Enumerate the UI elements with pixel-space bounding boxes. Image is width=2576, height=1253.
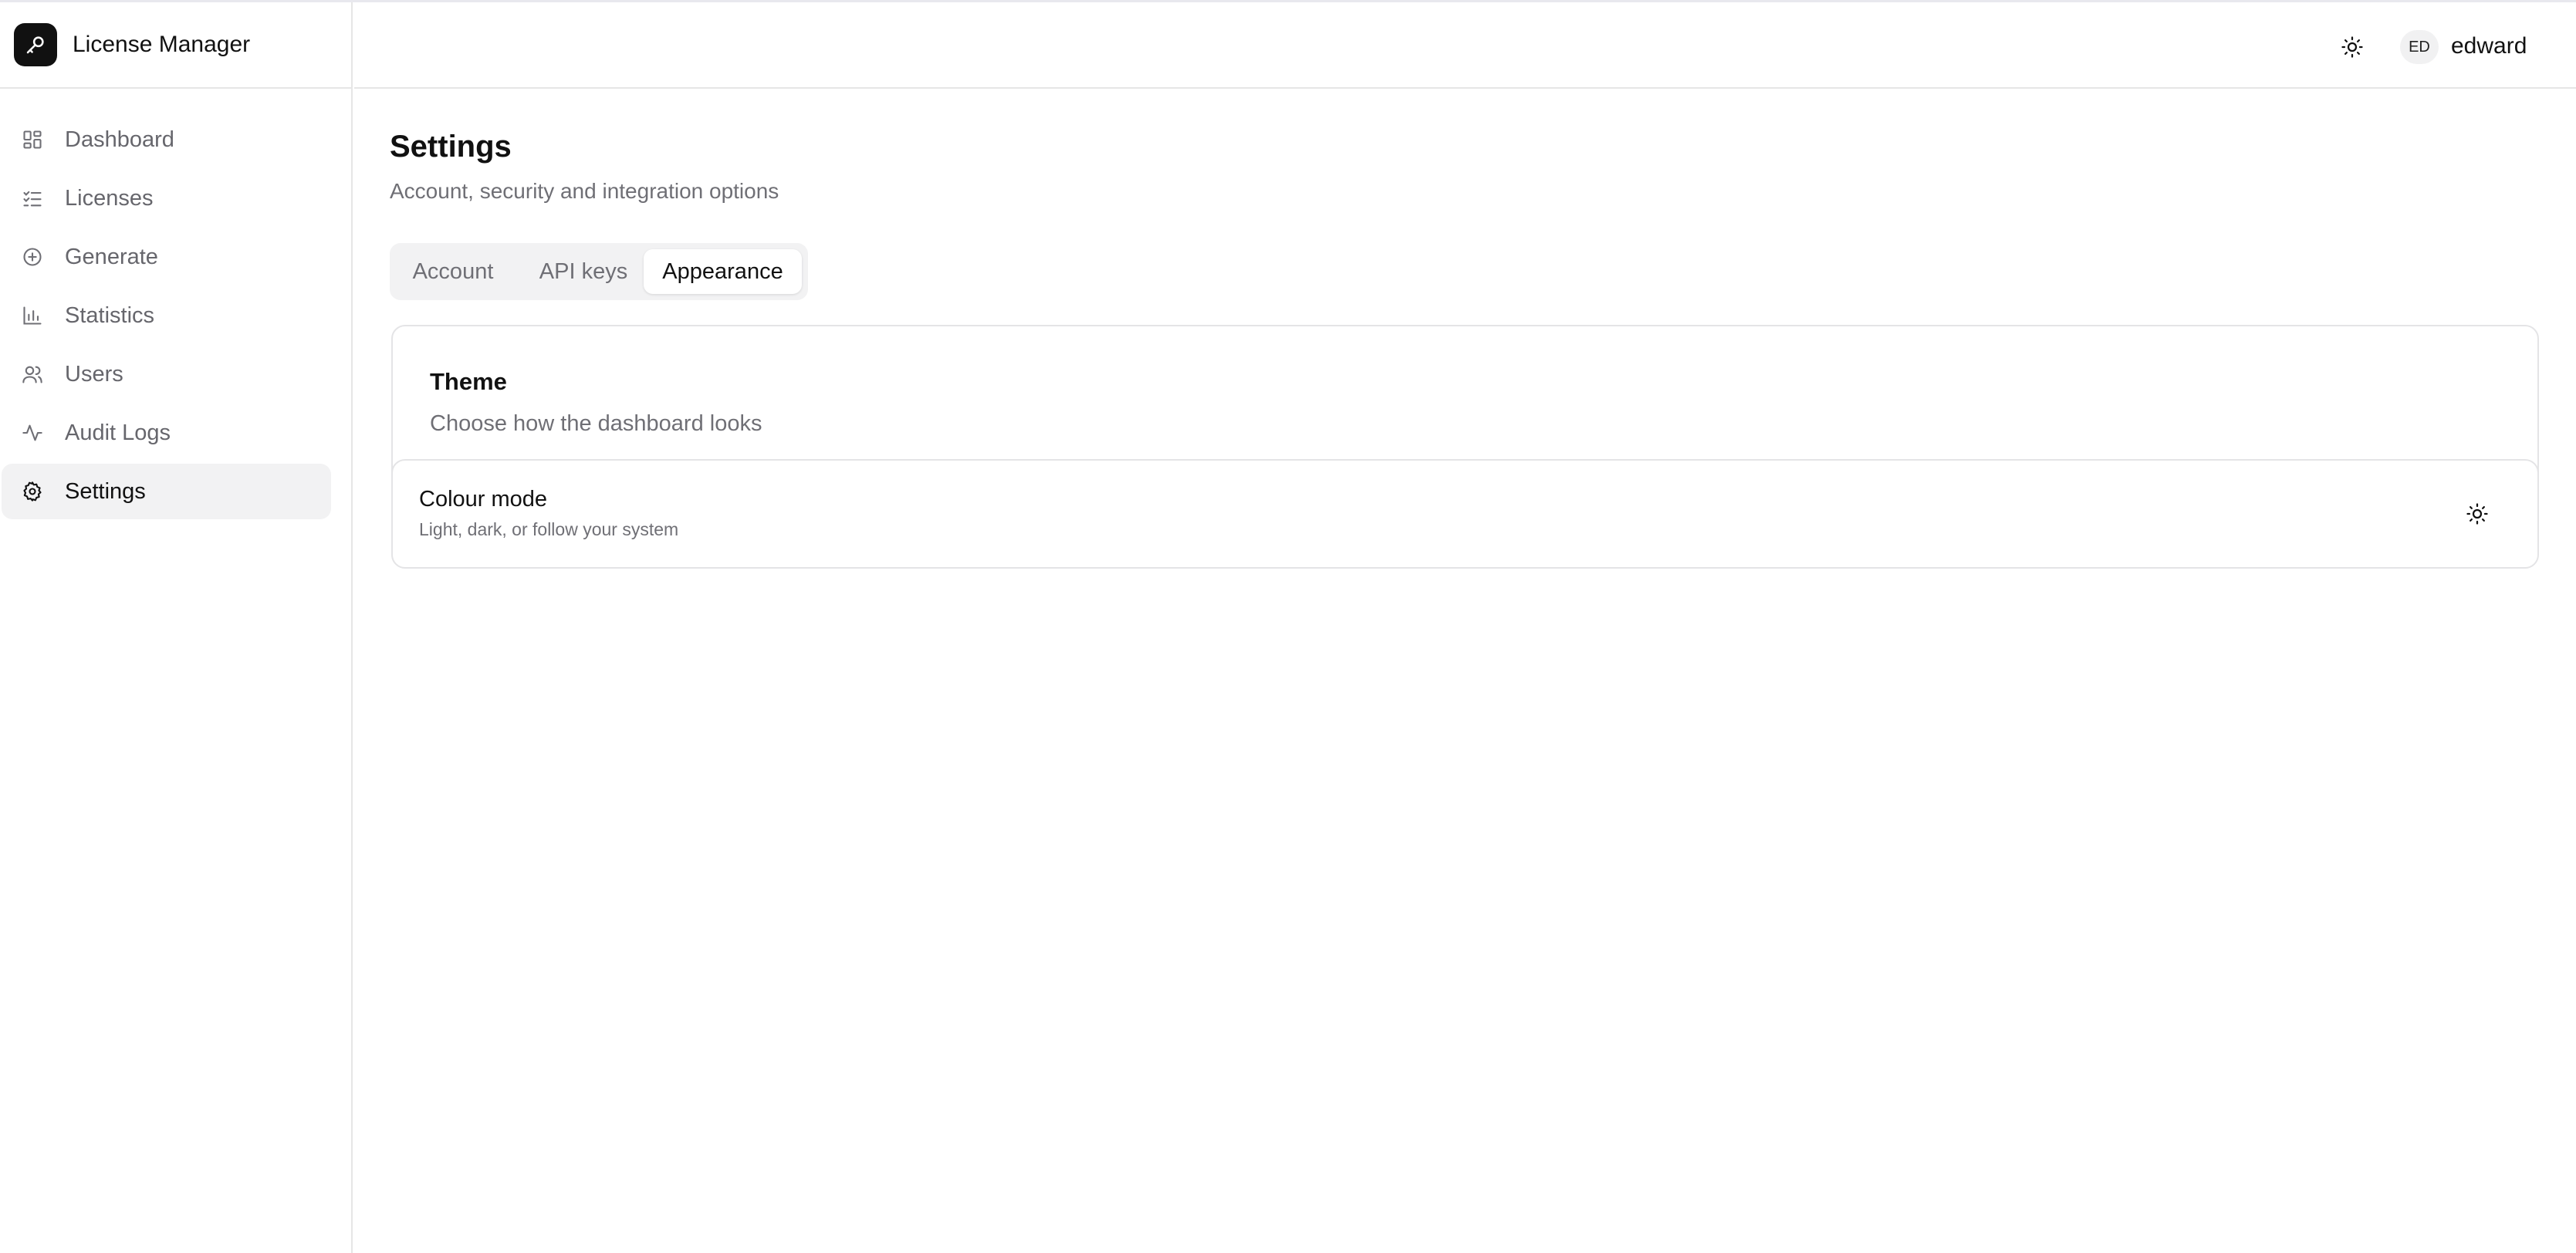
- sidebar-item-licenses[interactable]: Licenses: [2, 171, 331, 226]
- sidebar-item-audit-logs[interactable]: Audit Logs: [2, 405, 331, 461]
- dashboard-grid-icon: [20, 127, 45, 152]
- bar-chart-icon: [20, 303, 45, 328]
- colour-mode-description: Light, dark, or follow your system: [419, 519, 679, 539]
- top-header: ED edward: [354, 2, 2576, 89]
- brand[interactable]: License Manager: [0, 2, 351, 89]
- gear-icon: [20, 479, 45, 504]
- username[interactable]: edward: [2451, 33, 2527, 59]
- sidebar-item-label: Users: [65, 361, 123, 387]
- key-icon: [14, 23, 57, 66]
- theme-card: Theme Choose how the dashboard looks Col…: [391, 325, 2539, 569]
- card-title: Theme: [430, 368, 507, 395]
- sidebar: License Manager Dashboard Licenses Gener…: [0, 2, 353, 1253]
- activity-icon: [20, 420, 45, 445]
- avatar[interactable]: ED: [2400, 30, 2439, 64]
- sidebar-nav: Dashboard Licenses Generate Statistics U…: [0, 89, 351, 519]
- colour-mode-row: Colour mode Light, dark, or follow your …: [391, 459, 2539, 569]
- sidebar-item-users[interactable]: Users: [2, 346, 331, 402]
- app-name: License Manager: [73, 32, 251, 57]
- page-subtitle: Account, security and integration option…: [390, 179, 779, 203]
- card-description: Choose how the dashboard looks: [430, 411, 762, 436]
- sidebar-item-settings[interactable]: Settings: [2, 464, 331, 519]
- checklist-icon: [20, 186, 45, 211]
- sun-icon[interactable]: [2338, 33, 2366, 61]
- sidebar-item-label: Audit Logs: [65, 420, 171, 445]
- colour-mode-title: Colour mode: [419, 487, 548, 512]
- sidebar-item-label: Generate: [65, 244, 158, 269]
- users-icon: [20, 362, 45, 387]
- sun-icon[interactable]: [2463, 499, 2492, 529]
- sidebar-item-label: Statistics: [65, 302, 155, 328]
- settings-tabs: Account API keys Appearance: [390, 243, 808, 300]
- tab-appearance[interactable]: Appearance: [644, 249, 802, 294]
- sidebar-item-generate[interactable]: Generate: [2, 229, 331, 285]
- tab-api-keys[interactable]: API keys: [521, 249, 646, 294]
- plus-circle-icon: [20, 245, 45, 269]
- sidebar-item-label: Licenses: [65, 185, 154, 211]
- sidebar-item-label: Settings: [65, 478, 146, 504]
- sidebar-item-statistics[interactable]: Statistics: [2, 288, 331, 343]
- page-title: Settings: [390, 130, 512, 164]
- tab-account[interactable]: Account: [399, 249, 507, 294]
- sidebar-item-dashboard[interactable]: Dashboard: [2, 112, 331, 167]
- sidebar-item-label: Dashboard: [65, 127, 174, 152]
